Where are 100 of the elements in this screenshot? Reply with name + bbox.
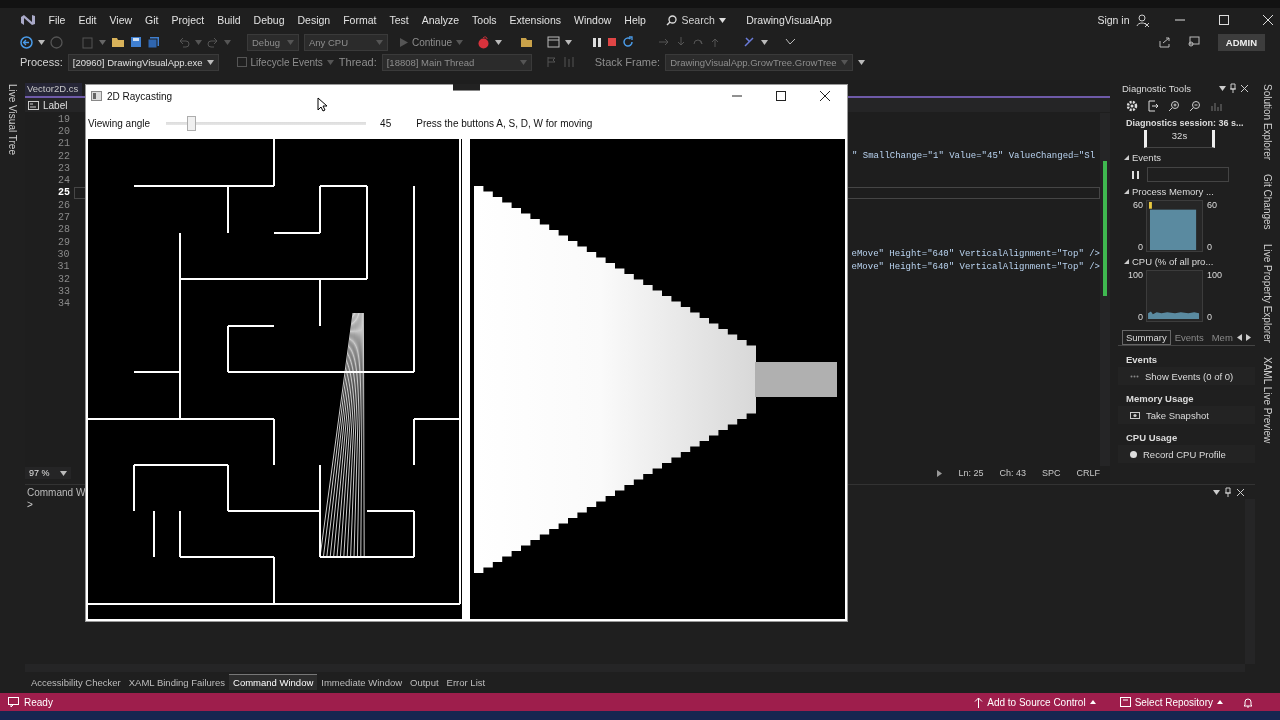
menu-item[interactable]: Test <box>382 14 416 26</box>
search-button[interactable]: Search <box>666 14 726 26</box>
pin-icon[interactable] <box>1224 487 1232 497</box>
repository-button[interactable]: Select Repository <box>1119 696 1223 708</box>
menu-item[interactable]: Format <box>336 14 383 26</box>
vs-logo-icon[interactable] <box>20 13 36 27</box>
save-icon[interactable] <box>130 36 142 48</box>
scroll-left-icon[interactable] <box>1236 334 1242 341</box>
stop-icon[interactable] <box>607 37 618 47</box>
tab[interactable]: Error List <box>442 674 490 690</box>
action-link[interactable]: Show Events (0 of 0) <box>1118 367 1255 385</box>
status-indicator[interactable]: Ln: 25 <box>958 468 984 478</box>
tab[interactable]: Mem <box>1207 330 1237 345</box>
menu-item[interactable]: Debug <box>247 14 291 26</box>
pin-icon[interactable] <box>1229 83 1237 93</box>
pause-icon[interactable] <box>1132 170 1139 179</box>
action-link[interactable]: Record CPU Profile <box>1118 445 1255 463</box>
share-icon[interactable] <box>1157 36 1171 48</box>
folder-icon[interactable] <box>520 36 534 48</box>
settings-icon[interactable] <box>1126 100 1138 112</box>
caret-icon[interactable] <box>761 39 769 45</box>
tab[interactable]: Accessibility Checker <box>27 674 125 690</box>
expand-arrow-icon[interactable] <box>1124 155 1129 160</box>
menu-item[interactable]: Help <box>617 14 653 26</box>
caret-icon[interactable] <box>1089 700 1096 704</box>
platform-dropdown[interactable]: Any CPU <box>304 33 388 51</box>
expand-arrow-icon[interactable] <box>1124 189 1129 194</box>
tool-window-tab[interactable]: Git Changes <box>1262 174 1273 230</box>
notification-bell-icon[interactable] <box>1243 696 1253 708</box>
caret-icon[interactable] <box>38 39 45 45</box>
expand-arrow-icon[interactable] <box>1124 259 1129 264</box>
restart-icon[interactable] <box>622 36 635 48</box>
tab[interactable]: Events <box>1170 330 1208 345</box>
thread-dropdown[interactable]: [18808] Main Thread <box>381 53 532 71</box>
tab[interactable]: Output <box>406 674 443 690</box>
tool-window-tab[interactable]: XAML Live Preview <box>1262 356 1273 443</box>
caret-icon[interactable] <box>1219 85 1226 91</box>
feedback-icon[interactable] <box>1186 36 1200 48</box>
window-icon[interactable] <box>547 36 561 48</box>
process-dropdown[interactable]: [20960] DrawingVisualApp.exe <box>67 53 219 71</box>
tool-window-tab[interactable]: Solution Explorer <box>1262 84 1273 161</box>
caret-icon[interactable] <box>495 39 503 45</box>
menu-item[interactable]: View <box>103 14 139 26</box>
repository-icon[interactable] <box>1119 697 1131 707</box>
back-icon[interactable] <box>20 35 33 49</box>
caret-icon[interactable] <box>565 39 573 45</box>
zoom-dropdown[interactable]: 97 % <box>25 467 71 479</box>
menu-item[interactable]: Window <box>567 14 618 26</box>
save-all-icon[interactable] <box>147 35 160 49</box>
action-link[interactable]: Take Snapshot <box>1118 406 1255 424</box>
search-icon[interactable] <box>666 14 678 26</box>
configuration-dropdown[interactable]: Debug <box>247 33 299 51</box>
status-indicator[interactable]: Ch: 43 <box>999 468 1026 478</box>
output-icon[interactable] <box>8 697 19 707</box>
caret-icon[interactable] <box>206 59 214 65</box>
group-title: CPU Usage <box>1125 430 1179 444</box>
timeline-ruler[interactable]: 32s <box>1144 130 1215 148</box>
account-icon[interactable] <box>1136 13 1150 27</box>
zoom-in-icon[interactable] <box>1168 100 1180 112</box>
axis-label: 0 <box>1138 242 1143 252</box>
menu-item[interactable]: Analyze <box>415 14 466 26</box>
tab[interactable]: Command Window <box>229 674 318 690</box>
account-button[interactable]: ADMIN <box>1217 33 1265 51</box>
menu-item[interactable]: Tools <box>465 14 504 26</box>
menu-item[interactable]: Edit <box>71 14 103 26</box>
tool-window-tab[interactable]: Live Property Explorer <box>1262 243 1273 343</box>
menu-item[interactable]: Design <box>291 14 337 26</box>
scroll-right-icon[interactable] <box>937 469 943 477</box>
open-folder-icon[interactable] <box>111 36 125 48</box>
export-icon[interactable] <box>1147 100 1159 112</box>
menu-item[interactable]: Project <box>165 14 211 26</box>
element-dropdown[interactable]: Label <box>28 99 68 111</box>
scroll-right-icon[interactable] <box>1245 334 1251 341</box>
stack-frame-dropdown[interactable]: DrawingVisualApp.GrowTree.GrowTree <box>665 53 853 71</box>
zoom-out-icon[interactable] <box>1189 100 1201 112</box>
sign-in-link[interactable]: Sign in <box>1090 14 1136 26</box>
slider-thumb[interactable] <box>187 115 197 131</box>
close-icon[interactable] <box>820 91 830 101</box>
source-control-button[interactable]: Add to Source Control <box>974 696 1096 708</box>
tab[interactable]: Immediate Window <box>317 674 407 690</box>
file-tab[interactable]: Vector2D.cs <box>25 83 83 96</box>
caret-icon[interactable] <box>857 59 865 65</box>
menu-item[interactable]: Build <box>210 14 248 26</box>
caret-icon[interactable] <box>1217 700 1223 704</box>
menu-item[interactable]: File <box>42 14 72 26</box>
pause-icon[interactable] <box>592 36 603 48</box>
caret-icon[interactable] <box>60 470 67 476</box>
caret-icon[interactable] <box>1213 489 1220 495</box>
toolbar-handle[interactable] <box>453 84 480 91</box>
status-indicator[interactable]: CRLF <box>1076 468 1100 478</box>
caret-icon[interactable] <box>718 17 726 23</box>
arrow-up-icon[interactable] <box>974 696 984 708</box>
tab[interactable]: XAML Binding Failures <box>124 674 230 690</box>
menu-item[interactable]: Extensions <box>503 14 568 26</box>
menu-item[interactable]: Git <box>138 14 165 26</box>
scroll-bar[interactable] <box>1100 113 1110 466</box>
maximize-icon[interactable] <box>776 91 786 101</box>
tab[interactable]: Summary <box>1122 330 1171 345</box>
status-indicator[interactable]: SPC <box>1041 468 1061 478</box>
tool-window-tab[interactable]: Live Visual Tree <box>7 84 18 155</box>
